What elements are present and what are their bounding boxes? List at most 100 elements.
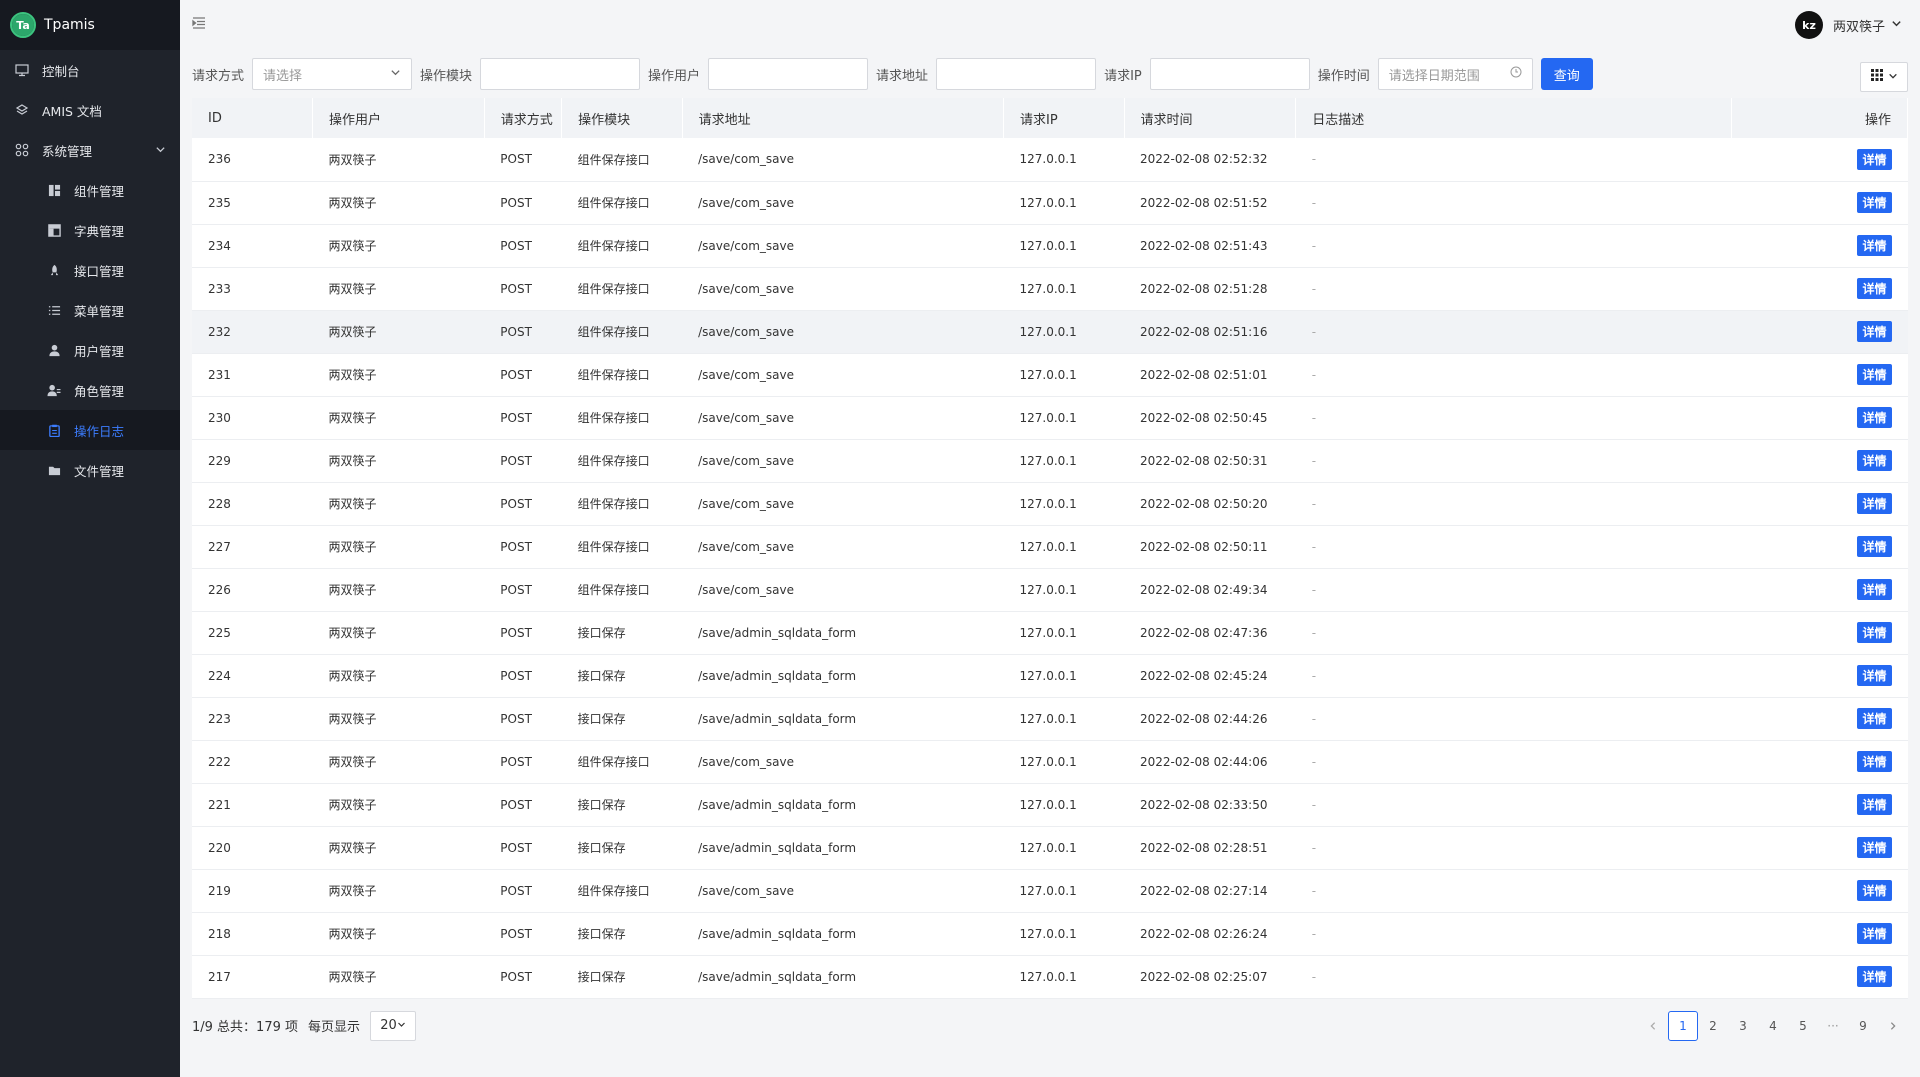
detail-button[interactable]: 详情	[1857, 321, 1892, 342]
table-cell-actions: 详情	[1731, 955, 1908, 999]
prev-page-icon[interactable]	[1638, 1011, 1668, 1041]
column-toggle-button[interactable]	[1860, 62, 1908, 92]
page-button[interactable]: 3	[1728, 1011, 1758, 1041]
page-button[interactable]: 2	[1698, 1011, 1728, 1041]
page-ellipsis[interactable]: ···	[1818, 1011, 1848, 1041]
detail-button[interactable]: 详情	[1857, 622, 1892, 643]
query-button[interactable]: 查询	[1540, 58, 1593, 90]
table-cell: 235	[192, 181, 313, 225]
table-cell: 2022-02-08 02:51:01	[1124, 353, 1296, 397]
ip-input[interactable]	[1149, 58, 1310, 90]
detail-button[interactable]: 详情	[1857, 450, 1892, 471]
table-cell: -	[1295, 955, 1732, 999]
detail-button[interactable]: 详情	[1857, 148, 1892, 170]
detail-button[interactable]: 详情	[1857, 579, 1892, 600]
sidebar-item-3[interactable]: 组件管理	[0, 170, 180, 210]
chevron-down-icon	[1891, 18, 1902, 33]
page-button[interactable]: 9	[1848, 1011, 1878, 1041]
detail-button[interactable]: 详情	[1857, 837, 1892, 858]
sidebar-item-2[interactable]: 系统管理	[0, 130, 180, 170]
column-header: 操作模块	[561, 98, 683, 138]
table-cell: 2022-02-08 02:28:51	[1124, 826, 1296, 870]
table-cell: 127.0.0.1	[1003, 783, 1125, 827]
table-cell: POST	[484, 912, 562, 956]
table-cell-actions: 详情	[1731, 568, 1908, 612]
method-select[interactable]: 请选择	[252, 58, 413, 90]
table-cell: 两双筷子	[312, 955, 485, 999]
sidebar-item-10[interactable]: 文件管理	[0, 450, 180, 490]
sidebar-toggle-icon[interactable]	[192, 16, 206, 34]
table-row: 236 两双筷子 POST 组件保存接口/save/com_save 127.0.0.1…	[192, 138, 1908, 182]
table-cell: 2022-02-08 02:50:31	[1124, 439, 1296, 483]
sidebar-nav: 控制台 AMIS 文档系统管理 组件管理字典管理接口管理 菜单管理 用户管理 角色管理 操作…	[0, 50, 180, 490]
brand[interactable]: Ta Tpamis	[0, 0, 180, 50]
table-cell: 232	[192, 310, 313, 354]
user-input[interactable]	[708, 58, 869, 90]
sidebar-item-4[interactable]: 字典管理	[0, 210, 180, 250]
table-cell: 两双筷子	[312, 482, 485, 526]
page-button[interactable]: 1	[1668, 1010, 1698, 1041]
detail-button[interactable]: 详情	[1857, 407, 1892, 428]
sidebar-item-label: 字典管理	[74, 223, 125, 239]
detail-button[interactable]: 详情	[1857, 192, 1892, 213]
detail-button[interactable]: 详情	[1857, 278, 1892, 299]
detail-button[interactable]: 详情	[1857, 493, 1892, 514]
next-page-icon[interactable]	[1878, 1011, 1908, 1041]
table-cell: /save/com_save	[682, 224, 1004, 268]
detail-button[interactable]: 详情	[1857, 364, 1892, 385]
detail-button[interactable]: 详情	[1857, 794, 1892, 815]
table-cell-actions: 详情	[1731, 826, 1908, 870]
module-input[interactable]	[480, 58, 641, 90]
per-page-select[interactable]: 20	[370, 1010, 417, 1041]
page-button[interactable]: 4	[1758, 1011, 1788, 1041]
table-cell: 组件保存接口	[561, 568, 683, 612]
pagination-summary: 1/9 总共：179 项	[192, 1020, 298, 1035]
detail-button[interactable]: 详情	[1857, 235, 1892, 256]
table-cell: 2022-02-08 02:26:24	[1124, 912, 1296, 956]
table-cell: 2022-02-08 02:51:28	[1124, 267, 1296, 311]
sidebar-item-0[interactable]: 控制台	[0, 50, 180, 90]
detail-button[interactable]: 详情	[1857, 751, 1892, 772]
detail-button[interactable]: 详情	[1857, 708, 1892, 729]
table-cell-actions: 详情	[1731, 611, 1908, 655]
sidebar-item-7[interactable]: 用户管理	[0, 330, 180, 370]
table-cell: 2022-02-08 02:51:52	[1124, 181, 1296, 225]
page-button[interactable]: 5	[1788, 1011, 1818, 1041]
user-label: 操作用户	[648, 68, 701, 84]
sidebar-item-9[interactable]: 操作日志	[0, 410, 180, 450]
table-cell: 127.0.0.1	[1003, 267, 1125, 311]
table-cell: 2022-02-08 02:50:11	[1124, 525, 1296, 569]
column-header: ID	[192, 98, 314, 138]
table-row: 234 两双筷子 POST 组件保存接口/save/com_save 127.0.0.1…	[192, 224, 1908, 268]
detail-button[interactable]: 详情	[1857, 880, 1892, 901]
table-cell: -	[1295, 267, 1732, 311]
sidebar-item-label: AMIS 文档	[42, 103, 102, 119]
sidebar-item-5[interactable]: 接口管理	[0, 250, 180, 290]
sidebar-item-8[interactable]: 角色管理	[0, 370, 180, 410]
table-cell: 2022-02-08 02:47:36	[1124, 611, 1296, 655]
detail-button[interactable]: 详情	[1857, 665, 1892, 686]
table-cell: POST	[484, 826, 562, 870]
table-cell: 127.0.0.1	[1003, 955, 1125, 999]
table-cell: 组件保存接口	[561, 310, 683, 354]
table-cell: 2022-02-08 02:50:20	[1124, 482, 1296, 526]
table-cell: POST	[484, 568, 562, 612]
method-label: 请求方式	[192, 68, 245, 84]
table-cell: 组件保存接口	[561, 869, 683, 913]
table-cell: 226	[192, 568, 313, 612]
sidebar-item-6[interactable]: 菜单管理	[0, 290, 180, 330]
table-cell: POST	[484, 740, 562, 784]
book-icon	[14, 102, 30, 118]
rocket-icon	[46, 262, 62, 278]
sidebar-item-1[interactable]: AMIS 文档	[0, 90, 180, 130]
detail-button[interactable]: 详情	[1857, 966, 1892, 987]
detail-button[interactable]: 详情	[1857, 923, 1892, 944]
detail-button[interactable]: 详情	[1857, 536, 1892, 557]
date-range-picker[interactable]: 请选择日期范围	[1377, 58, 1533, 90]
url-input[interactable]	[936, 58, 1097, 90]
table-cell: 2022-02-08 02:44:06	[1124, 740, 1296, 784]
table-cell: -	[1295, 439, 1732, 483]
table-cell: 231	[192, 353, 313, 397]
table-cell: -	[1295, 611, 1732, 655]
user-menu[interactable]: kz 两双筷子	[1794, 11, 1902, 39]
